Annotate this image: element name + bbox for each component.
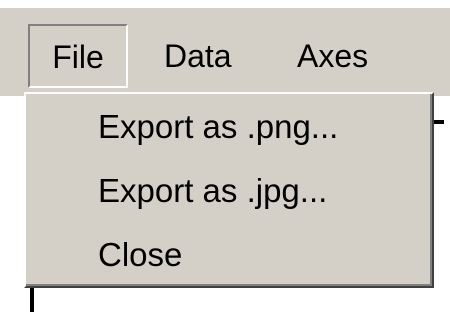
menu-file[interactable]: File — [28, 24, 128, 88]
menu-item-export-png[interactable]: Export as .png... — [98, 102, 338, 152]
file-dropdown-menu: Export as .png... Export as .jpg... Clos… — [24, 92, 434, 288]
menu-axes[interactable]: Axes — [297, 24, 368, 88]
menu-bar-top-edge — [0, 0, 450, 8]
menu-item-close[interactable]: Close — [98, 230, 182, 280]
menu-bar: File Data Axes — [0, 0, 450, 96]
menu-item-export-jpg[interactable]: Export as .jpg... — [98, 166, 327, 216]
menu-data[interactable]: Data — [164, 24, 232, 88]
